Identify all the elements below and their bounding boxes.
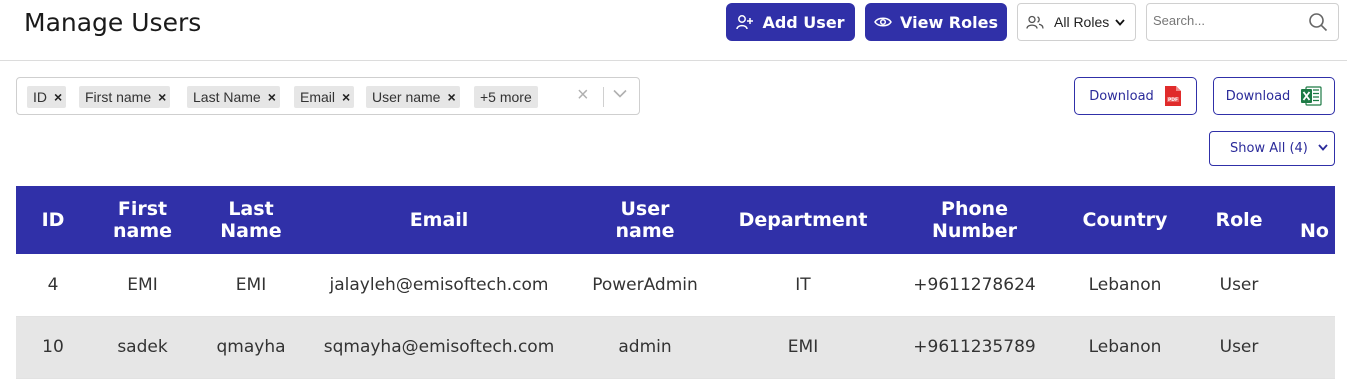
more-columns-chip[interactable]: +5 more (474, 86, 538, 108)
users-icon (1026, 15, 1044, 29)
chip-label: Last Name (193, 89, 261, 105)
column-chip-id: ID × (27, 86, 67, 108)
cell-id: 10 (16, 316, 90, 379)
cell-last-name: EMI (195, 254, 307, 317)
chip-remove-icon[interactable]: × (268, 89, 276, 105)
add-user-label: Add User (762, 12, 845, 32)
add-user-icon (736, 15, 754, 30)
column-header-last-name[interactable]: Last Name (195, 186, 307, 254)
column-chip-last-name: Last Name × (187, 86, 280, 108)
cell-first-name: EMI (90, 254, 195, 317)
eye-icon (874, 17, 892, 27)
chip-label: ID (33, 89, 47, 105)
chevron-down-icon (1318, 144, 1328, 151)
cell-role: User (1188, 254, 1290, 317)
chip-remove-icon[interactable]: × (342, 89, 350, 105)
users-table: ID First name Last Name Email User name … (16, 186, 1335, 379)
cell-no (1290, 316, 1335, 379)
column-header-department[interactable]: Department (719, 186, 887, 254)
cell-user-name: admin (571, 316, 719, 379)
cell-id: 4 (16, 254, 90, 317)
excel-file-icon (1301, 86, 1322, 106)
users-table-container: ID First name Last Name Email User name … (16, 186, 1335, 389)
column-chip-first-name: First name × (79, 86, 171, 108)
cell-country: Lebanon (1062, 316, 1188, 379)
search-box (1146, 3, 1339, 41)
chip-remove-icon[interactable]: × (447, 89, 455, 105)
roles-filter-select[interactable]: All Roles (1017, 3, 1136, 41)
download-excel-button[interactable]: Download (1213, 77, 1335, 115)
clear-icon[interactable]: × (577, 84, 589, 107)
cell-no (1290, 254, 1335, 317)
search-icon[interactable] (1308, 12, 1328, 32)
page-title: Manage Users (24, 8, 202, 37)
cell-phone-number: +9611235789 (887, 316, 1062, 379)
column-header-no[interactable]: No (1290, 186, 1335, 254)
chip-remove-icon[interactable]: × (158, 89, 166, 105)
cell-role: User (1188, 316, 1290, 379)
table-header-row: ID First name Last Name Email User name … (16, 186, 1335, 254)
cell-last-name: qmayha (195, 316, 307, 379)
cell-department: IT (719, 254, 887, 317)
add-user-button[interactable]: Add User (726, 3, 855, 41)
cell-department: EMI (719, 316, 887, 379)
show-entries-select[interactable]: Show All (4) (1209, 131, 1335, 166)
column-header-id[interactable]: ID (16, 186, 90, 254)
chip-label: First name (85, 89, 152, 105)
chevron-down-icon[interactable] (613, 89, 627, 98)
multiselect-divider (603, 87, 604, 107)
table-row[interactable]: 4 EMI EMI jalayleh@emisoftech.com PowerA… (16, 254, 1335, 317)
chip-remove-icon[interactable]: × (54, 89, 62, 105)
cell-first-name: sadek (90, 316, 195, 379)
svg-text:PDF: PDF (1168, 97, 1178, 103)
chip-label: Email (300, 89, 336, 105)
search-input[interactable] (1153, 13, 1303, 28)
pdf-file-icon: PDF (1164, 86, 1181, 106)
column-header-country[interactable]: Country (1062, 186, 1188, 254)
view-roles-button[interactable]: View Roles (865, 3, 1007, 41)
cell-phone-number: +9611278624 (887, 254, 1062, 317)
column-header-user-name[interactable]: User name (571, 186, 719, 254)
cell-user-name: PowerAdmin (571, 254, 719, 317)
column-chip-user-name: User name × (366, 86, 460, 108)
column-header-role[interactable]: Role (1188, 186, 1290, 254)
page-header: Manage Users Add User View Roles All Rol… (0, 0, 1347, 61)
download-excel-label: Download (1225, 88, 1291, 104)
roles-filter-value: All Roles (1054, 14, 1110, 30)
cell-email: sqmayha@emisoftech.com (307, 316, 571, 379)
view-roles-label: View Roles (900, 12, 998, 32)
download-pdf-label: Download (1089, 88, 1154, 104)
cell-email: jalayleh@emisoftech.com (307, 254, 571, 317)
table-row[interactable]: 10 sadek qmayha sqmayha@emisoftech.com a… (16, 316, 1335, 379)
column-header-email[interactable]: Email (307, 186, 571, 254)
column-multiselect[interactable]: ID × First name × Last Name × Email × Us… (16, 77, 640, 115)
column-header-phone-number[interactable]: Phone Number (887, 186, 1062, 254)
show-entries-value: Show All (4) (1230, 141, 1308, 156)
column-header-first-name[interactable]: First name (90, 186, 195, 254)
chevron-down-icon (1115, 18, 1125, 26)
column-chip-email: Email × (294, 86, 355, 108)
download-pdf-button[interactable]: Download PDF (1074, 77, 1197, 115)
chip-label: User name (372, 89, 441, 105)
cell-country: Lebanon (1062, 254, 1188, 317)
